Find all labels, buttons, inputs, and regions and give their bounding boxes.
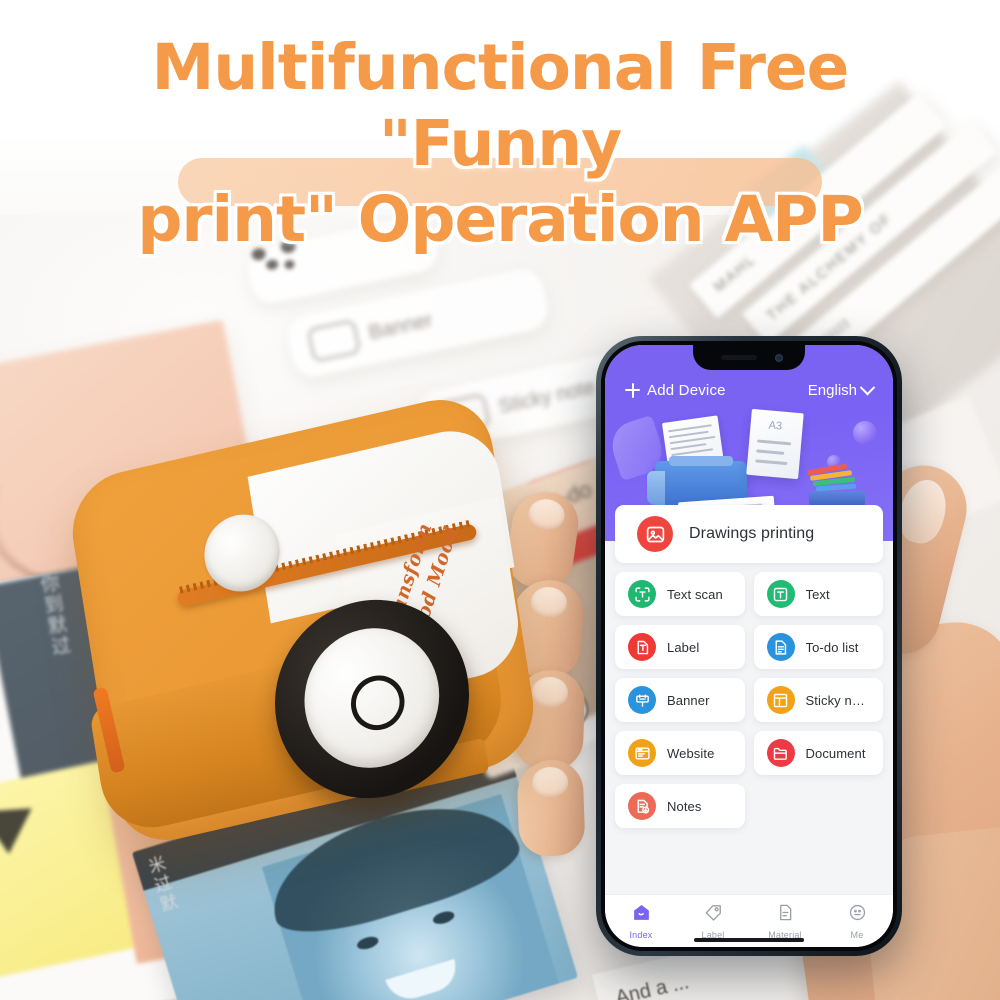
feature-row-1: Text scan Text xyxy=(615,572,883,616)
phone-frame: Add Device English A3 Drawings printing … xyxy=(596,336,902,956)
tab-label: Me xyxy=(850,929,864,940)
image-icon xyxy=(637,516,673,552)
phone-screen: Add Device English A3 Drawings printing … xyxy=(605,345,893,947)
text-icon xyxy=(766,580,795,608)
hero-a3-document: A3 xyxy=(746,408,804,480)
feature-todo-list[interactable]: To-do list xyxy=(753,625,883,669)
tab-me[interactable]: Me xyxy=(821,903,893,940)
language-selector[interactable]: English xyxy=(807,379,876,399)
printer-lens-center xyxy=(346,670,409,736)
app-top-bar: Add Device English xyxy=(605,373,893,407)
file-icon xyxy=(776,903,795,927)
feature-label: To-do list xyxy=(805,639,859,655)
feature-text[interactable]: Text xyxy=(753,572,883,616)
plus-icon xyxy=(625,382,640,398)
home-icon xyxy=(632,903,651,927)
tab-label: Index xyxy=(629,929,653,940)
feature-notes[interactable]: Notes xyxy=(615,784,745,828)
feature-row-3: Banner Sticky note xyxy=(615,678,883,722)
feature-label: Drawings printing xyxy=(689,525,815,542)
earpiece-speaker xyxy=(721,355,757,360)
folder-icon xyxy=(766,739,795,767)
feature-label: Sticky note xyxy=(805,692,871,708)
sticky-note-icon xyxy=(766,686,795,714)
hero-sphere-large xyxy=(853,421,877,445)
hero-colored-books xyxy=(805,463,871,527)
smartphone: Add Device English A3 Drawings printing … xyxy=(596,336,902,956)
headline-line-1: Multifunctional Free "Funny xyxy=(151,31,850,180)
feature-label-item[interactable]: Label xyxy=(615,625,745,669)
promo-banner: MAHL THE ALCHEMY OF HIIII ent 你到默过 米过默 xyxy=(0,0,1000,1000)
app-feature-list: Drawings printing Text scan Text Label T… xyxy=(605,505,893,895)
hero-a3-label: A3 xyxy=(768,419,783,433)
text-scan-icon xyxy=(628,580,656,608)
browser-window-icon xyxy=(628,739,656,767)
notes-download-icon xyxy=(628,792,656,820)
document-lines-icon xyxy=(766,633,795,661)
phone-notch xyxy=(693,345,805,370)
label-tag-icon xyxy=(628,633,656,661)
feature-label: Document xyxy=(805,745,866,761)
feature-banner[interactable]: Banner xyxy=(615,678,745,722)
tag-icon xyxy=(704,903,723,927)
front-camera xyxy=(775,354,783,362)
sticker-sticky-label: Sticky note xyxy=(496,375,597,418)
add-device-button[interactable]: Add Device xyxy=(625,382,726,399)
feature-drawings-printing[interactable]: Drawings printing xyxy=(615,505,883,563)
feature-row-5: Notes xyxy=(615,784,883,828)
chevron-down-icon xyxy=(859,379,876,395)
feature-sticky-note[interactable]: Sticky note xyxy=(753,678,883,722)
mini-photo-printer: Transform Good Mood xyxy=(64,388,578,865)
feature-row-4: Website Document xyxy=(615,731,883,775)
feature-website[interactable]: Website xyxy=(615,731,745,775)
thumbnail xyxy=(893,475,952,548)
printer-lens-inner xyxy=(293,614,451,782)
banner-sign-icon xyxy=(628,686,656,714)
phone-bezel: Add Device English A3 Drawings printing … xyxy=(601,341,897,951)
tab-label-nav[interactable]: Label xyxy=(677,903,749,940)
feature-label: Banner xyxy=(667,692,710,708)
feature-label: Text scan xyxy=(667,586,723,602)
feature-row-2: Label To-do list xyxy=(615,625,883,669)
tab-material[interactable]: Material xyxy=(749,903,821,940)
feature-label: Website xyxy=(667,745,715,761)
smiley-icon xyxy=(848,903,867,927)
home-indicator xyxy=(694,938,804,942)
add-device-label: Add Device xyxy=(647,381,726,399)
feature-text-scan[interactable]: Text scan xyxy=(615,572,745,616)
sticker-banner-label: Banner xyxy=(366,308,435,344)
headline: Multifunctional Free "Funny print" Opera… xyxy=(0,30,1000,258)
feature-label: Notes xyxy=(667,798,702,814)
sticker-doodle-icon xyxy=(306,319,361,363)
headline-line-2: print" Operation APP xyxy=(137,183,863,256)
language-label: English xyxy=(807,381,857,399)
feature-label: Label xyxy=(667,639,700,655)
tab-index[interactable]: Index xyxy=(605,903,677,940)
feature-label: Text xyxy=(805,586,830,602)
feature-document[interactable]: Document xyxy=(753,731,883,775)
